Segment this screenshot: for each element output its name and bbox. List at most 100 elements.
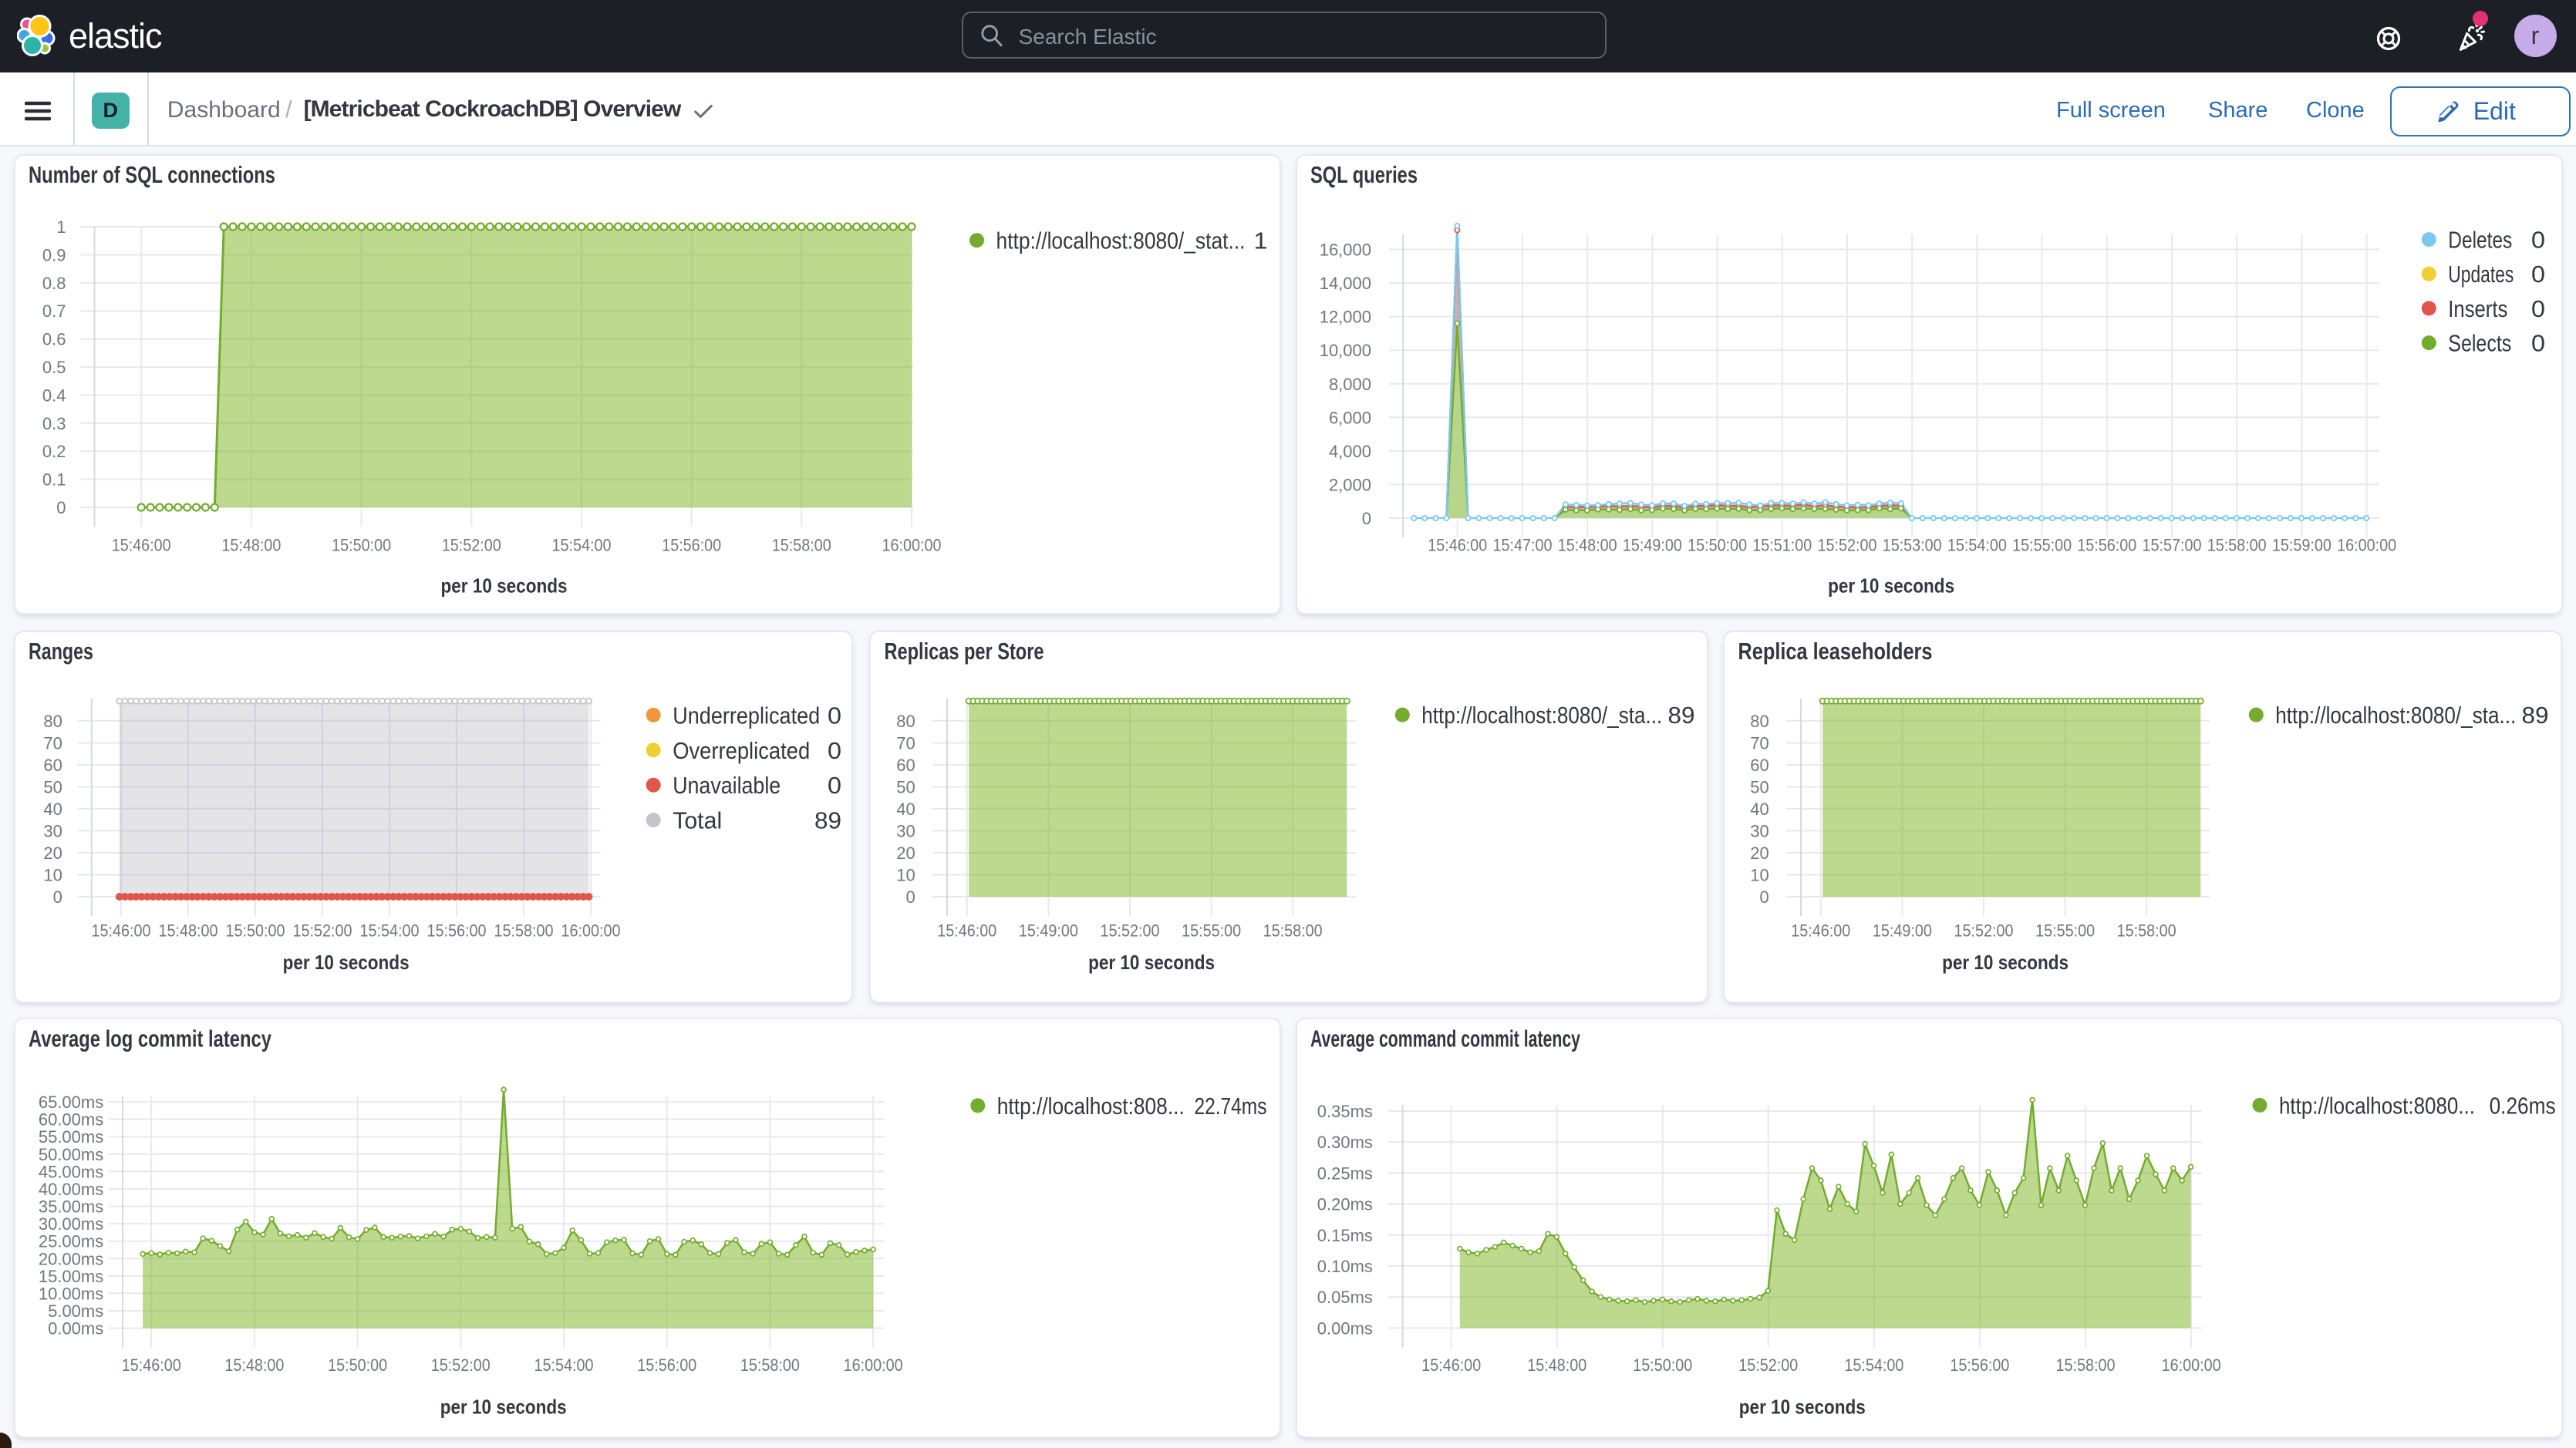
svg-text:89: 89 [2521,702,2548,729]
svg-text:Total: Total [673,807,722,834]
svg-text:20: 20 [1750,844,1768,863]
svg-text:15.00ms: 15.00ms [38,1266,103,1285]
svg-text:15:58:00: 15:58:00 [2055,1355,2115,1375]
svg-text:per 10 seconds: per 10 seconds [1739,1395,1866,1418]
svg-text:15:50:00: 15:50:00 [225,921,285,940]
svg-text:15:46:00: 15:46:00 [1421,1355,1481,1375]
svg-text:Inserts: Inserts [2448,295,2507,322]
svg-text:http://localhost:8080/_sta...: http://localhost:8080/_sta... [2275,702,2516,729]
svg-text:0.5: 0.5 [42,358,66,377]
svg-text:5.00ms: 5.00ms [48,1302,103,1321]
svg-text:6,000: 6,000 [1329,408,1371,427]
svg-text:15:58:00: 15:58:00 [2207,536,2267,555]
svg-text:0: 0 [1362,509,1371,528]
svg-text:per 10 seconds: per 10 seconds [440,574,567,598]
svg-text:15:55:00: 15:55:00 [2035,921,2095,940]
svg-text:15:57:00: 15:57:00 [2143,536,2202,555]
svg-text:Average log commit latency: Average log commit latency [29,1025,272,1052]
svg-text:SQL queries: SQL queries [1310,161,1418,188]
svg-text:0: 0 [905,887,915,907]
svg-text:http://localhost:808...: http://localhost:808... [996,1092,1184,1119]
svg-text:0.10ms: 0.10ms [1317,1257,1373,1276]
svg-text:0.20ms: 0.20ms [1317,1194,1373,1214]
svg-text:15:54:00: 15:54:00 [551,536,611,555]
svg-text:http://localhost:8080/_stat...: http://localhost:8080/_stat... [996,227,1245,254]
svg-text:40: 40 [43,800,62,819]
svg-text:Deletes: Deletes [2448,227,2512,254]
svg-text:89: 89 [1667,702,1694,729]
svg-text:16:00:00: 16:00:00 [2162,1355,2221,1375]
svg-text:80: 80 [896,712,915,731]
svg-text:70: 70 [1750,733,1768,753]
svg-text:15:52:00: 15:52:00 [1818,536,1877,555]
svg-text:0.4: 0.4 [42,386,66,405]
svg-text:65.00ms: 65.00ms [38,1093,103,1112]
svg-text:16:00:00: 16:00:00 [561,921,620,940]
svg-text:15:46:00: 15:46:00 [121,1355,180,1375]
svg-text:70: 70 [43,733,62,753]
svg-text:per 10 seconds: per 10 seconds [282,951,409,974]
svg-text:15:49:00: 15:49:00 [1623,536,1682,555]
svg-text:15:49:00: 15:49:00 [1873,921,1932,940]
svg-text:15:52:00: 15:52:00 [1100,921,1159,940]
svg-text:0.1: 0.1 [42,470,66,490]
svg-text:0.6: 0.6 [42,330,66,349]
svg-text:15:48:00: 15:48:00 [224,1355,284,1375]
svg-text:35.00ms: 35.00ms [38,1197,103,1216]
svg-text:Ranges: Ranges [28,638,93,665]
svg-text:15:58:00: 15:58:00 [494,921,553,940]
svg-text:15:48:00: 15:48:00 [1527,1355,1586,1375]
svg-text:0: 0 [56,498,66,517]
svg-text:0: 0 [2531,261,2545,288]
svg-text:0.3: 0.3 [42,414,66,433]
svg-text:16:00:00: 16:00:00 [843,1355,902,1375]
svg-text:40: 40 [896,800,915,819]
svg-text:15:58:00: 15:58:00 [2117,921,2176,940]
svg-text:0: 0 [1759,887,1768,907]
svg-text:70: 70 [896,733,915,753]
svg-text:80: 80 [43,712,62,731]
svg-text:per 10 seconds: per 10 seconds [1828,574,1954,598]
svg-text:0: 0 [827,702,841,729]
svg-text:40: 40 [1750,800,1768,819]
svg-text:15:51:00: 15:51:00 [1752,536,1812,555]
svg-text:Replicas per Store: Replicas per Store [884,638,1044,665]
svg-text:55.00ms: 55.00ms [38,1127,103,1147]
svg-text:15:46:00: 15:46:00 [111,536,170,555]
svg-text:20: 20 [43,844,62,863]
svg-text:per 10 seconds: per 10 seconds [440,1395,566,1418]
svg-text:15:56:00: 15:56:00 [2077,536,2136,555]
svg-text:15:54:00: 15:54:00 [1947,536,2007,555]
svg-text:15:56:00: 15:56:00 [1950,1355,2009,1375]
svg-text:60.00ms: 60.00ms [38,1110,103,1129]
svg-text:0: 0 [827,772,841,799]
svg-text:15:54:00: 15:54:00 [534,1355,593,1375]
svg-text:40.00ms: 40.00ms [38,1180,103,1199]
svg-text:http://localhost:8080...: http://localhost:8080... [2279,1092,2475,1119]
svg-text:0: 0 [2531,295,2545,322]
svg-text:15:52:00: 15:52:00 [1954,921,2013,940]
svg-text:15:50:00: 15:50:00 [1688,536,1747,555]
svg-text:30: 30 [896,821,915,840]
svg-text:15:46:00: 15:46:00 [937,921,996,940]
svg-text:15:58:00: 15:58:00 [1263,921,1322,940]
svg-text:25.00ms: 25.00ms [38,1231,103,1251]
svg-text:0.30ms: 0.30ms [1317,1133,1373,1152]
svg-text:Number of SQL connections: Number of SQL connections [29,161,275,188]
svg-text:15:46:00: 15:46:00 [1428,536,1487,555]
svg-text:80: 80 [1750,712,1768,731]
svg-text:15:47:00: 15:47:00 [1493,536,1553,555]
svg-text:15:53:00: 15:53:00 [1883,536,1942,555]
svg-text:20.00ms: 20.00ms [38,1249,103,1268]
svg-text:30: 30 [43,821,62,840]
svg-text:0.00ms: 0.00ms [48,1318,103,1338]
svg-text:1: 1 [56,217,66,237]
svg-text:15:46:00: 15:46:00 [91,921,150,940]
svg-text:30: 30 [1750,821,1768,840]
svg-text:10: 10 [896,865,915,884]
svg-text:0.2: 0.2 [42,442,66,461]
svg-text:Unavailable: Unavailable [673,772,781,799]
svg-text:10: 10 [1750,865,1768,884]
svg-text:0: 0 [2531,330,2545,357]
svg-text:0.15ms: 0.15ms [1317,1225,1373,1244]
